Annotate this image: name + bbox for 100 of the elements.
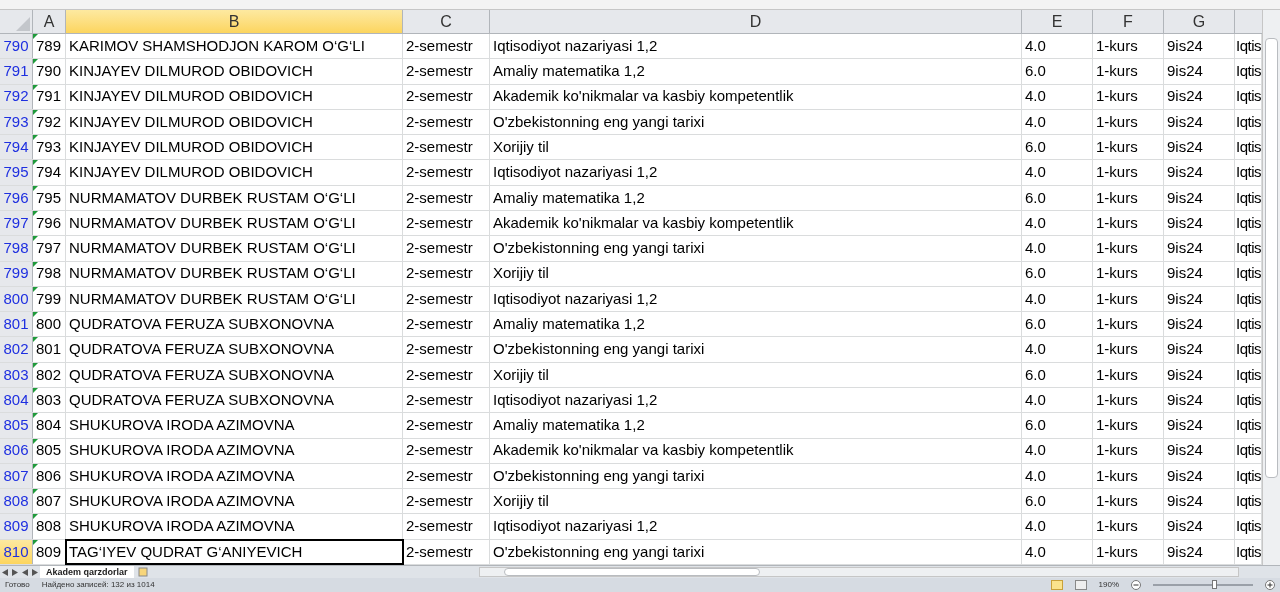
- table-cell: 2-semestr: [403, 387, 490, 413]
- table-cell: 798: [33, 261, 66, 286]
- table-cell: SHUKUROVA IRODA AZIMOVNA: [66, 463, 403, 489]
- table-cell: 9is24: [1164, 109, 1235, 135]
- scroll-thumb[interactable]: [1265, 38, 1278, 478]
- table-cell: Iqtisodiyot nazariyasi 1,2: [490, 34, 1022, 59]
- table-cell: 799: [33, 286, 66, 312]
- table-cell: 800: [33, 312, 66, 337]
- table-cell: QUDRATOVA FERUZA SUBXONOVNA: [66, 337, 403, 362]
- row-header[interactable]: 799: [0, 261, 33, 286]
- table-cell: 9is24: [1164, 160, 1235, 185]
- table-cell: 797: [33, 236, 66, 261]
- table-cell: Akademik ko'nikmalar va kasbiy kompetentlik: [490, 210, 1022, 236]
- table-cell: Iqtisodiyot nazariyasi 1,2: [490, 514, 1022, 539]
- column-header[interactable]: E: [1022, 10, 1093, 33]
- table-cell: 792: [33, 109, 66, 135]
- table-cell: 4.0: [1022, 463, 1093, 489]
- table-cell: 1-kurs: [1093, 514, 1164, 539]
- row-header[interactable]: 797: [0, 210, 33, 236]
- table-cell: 9is24: [1164, 135, 1235, 160]
- sheet-tab[interactable]: Akadem qarzdorlar: [40, 565, 134, 579]
- table-cell: 1-kurs: [1093, 261, 1164, 286]
- page-layout-icon[interactable]: [1074, 580, 1087, 590]
- table-cell: 1-kurs: [1093, 34, 1164, 59]
- table-cell: 2-semestr: [403, 286, 490, 312]
- row-header[interactable]: 791: [0, 59, 33, 84]
- table-cell: 9is24: [1164, 413, 1235, 438]
- table-cell: Amaliy matematika 1,2: [490, 413, 1022, 438]
- table-cell: KARIMOV SHAMSHODJON KAROM O‘G‘LI: [66, 34, 403, 59]
- table-cell: 4.0: [1022, 160, 1093, 185]
- row-header[interactable]: 790: [0, 34, 33, 59]
- row-header[interactable]: 793: [0, 109, 33, 135]
- table-cell: 2-semestr: [403, 514, 490, 539]
- row-header[interactable]: 809: [0, 514, 33, 539]
- row-header[interactable]: 810: [0, 539, 33, 564]
- table-cell: 1-kurs: [1093, 286, 1164, 312]
- column-header[interactable]: G: [1164, 10, 1235, 33]
- row-header[interactable]: 800: [0, 286, 33, 312]
- row-header[interactable]: 802: [0, 337, 33, 362]
- zoom-in-icon[interactable]: [1265, 580, 1275, 590]
- table-cell: 802: [33, 362, 66, 387]
- table-cell: 2-semestr: [403, 539, 490, 564]
- column-header[interactable]: B: [66, 10, 403, 33]
- vertical-scrollbar[interactable]: [1262, 10, 1280, 565]
- table-cell: 4.0: [1022, 539, 1093, 564]
- table-cell: Iqtisodiyot nazariyasi 1,2: [490, 286, 1022, 312]
- table-cell: 791: [33, 84, 66, 109]
- row-header[interactable]: 796: [0, 185, 33, 210]
- table-cell: 9is24: [1164, 463, 1235, 489]
- table-cell: 2-semestr: [403, 261, 490, 286]
- table-cell: 1-kurs: [1093, 160, 1164, 185]
- scroll-thumb[interactable]: [503, 568, 760, 576]
- table-cell: 789: [33, 34, 66, 59]
- table-cell: KINJAYEV DILMUROD OBIDOVICH: [66, 160, 403, 185]
- column-header[interactable]: F: [1093, 10, 1164, 33]
- column-header[interactable]: D: [490, 10, 1022, 33]
- table-cell: Iqtisodiyot nazariyasi 1,2: [490, 387, 1022, 413]
- row-header[interactable]: 794: [0, 135, 33, 160]
- table-cell: QUDRATOVA FERUZA SUBXONOVNA: [66, 312, 403, 337]
- table-cell: Akademik ko'nikmalar va kasbiy kompetentlik: [490, 438, 1022, 463]
- table-cell: 2-semestr: [403, 362, 490, 387]
- row-header[interactable]: 807: [0, 463, 33, 489]
- table-cell: 4.0: [1022, 514, 1093, 539]
- row-header[interactable]: 803: [0, 362, 33, 387]
- table-cell: 9is24: [1164, 210, 1235, 236]
- row-header[interactable]: 808: [0, 489, 33, 514]
- table-cell: 1-kurs: [1093, 387, 1164, 413]
- row-header[interactable]: 804: [0, 387, 33, 413]
- new-sheet-icon[interactable]: [137, 567, 149, 577]
- table-cell: KINJAYEV DILMUROD OBIDOVICH: [66, 135, 403, 160]
- row-header[interactable]: 805: [0, 413, 33, 438]
- table-cell: 9is24: [1164, 236, 1235, 261]
- table-cell: 4.0: [1022, 387, 1093, 413]
- zoom-level: 190%: [1098, 579, 1119, 591]
- row-header[interactable]: 801: [0, 312, 33, 337]
- table-cell: 9is24: [1164, 337, 1235, 362]
- column-header[interactable]: C: [403, 10, 490, 33]
- horizontal-scrollbar[interactable]: [478, 567, 1239, 577]
- zoom-out-icon[interactable]: [1131, 580, 1141, 590]
- table-cell: 9is24: [1164, 185, 1235, 210]
- table-cell: 9is24: [1164, 34, 1235, 59]
- table-cell: 790: [33, 59, 66, 84]
- table-cell: NURMAMATOV DURBEK RUSTAM O‘G‘LI: [66, 210, 403, 236]
- normal-view-icon[interactable]: [1050, 580, 1063, 590]
- table-cell: 6.0: [1022, 413, 1093, 438]
- row-header[interactable]: 792: [0, 84, 33, 109]
- row-header[interactable]: 798: [0, 236, 33, 261]
- table-cell: 9is24: [1164, 286, 1235, 312]
- table-cell: 1-kurs: [1093, 463, 1164, 489]
- table-cell: 6.0: [1022, 59, 1093, 84]
- table-cell: QUDRATOVA FERUZA SUBXONOVNA: [66, 362, 403, 387]
- table-cell: 4.0: [1022, 210, 1093, 236]
- table-cell: 1-kurs: [1093, 438, 1164, 463]
- table-cell: 1-kurs: [1093, 135, 1164, 160]
- row-header[interactable]: 806: [0, 438, 33, 463]
- table-cell: KINJAYEV DILMUROD OBIDOVICH: [66, 109, 403, 135]
- row-header[interactable]: 795: [0, 160, 33, 185]
- table-cell: 1-kurs: [1093, 185, 1164, 210]
- zoom-slider-thumb[interactable]: [1211, 580, 1217, 589]
- table-cell: NURMAMATOV DURBEK RUSTAM O‘G‘LI: [66, 286, 403, 312]
